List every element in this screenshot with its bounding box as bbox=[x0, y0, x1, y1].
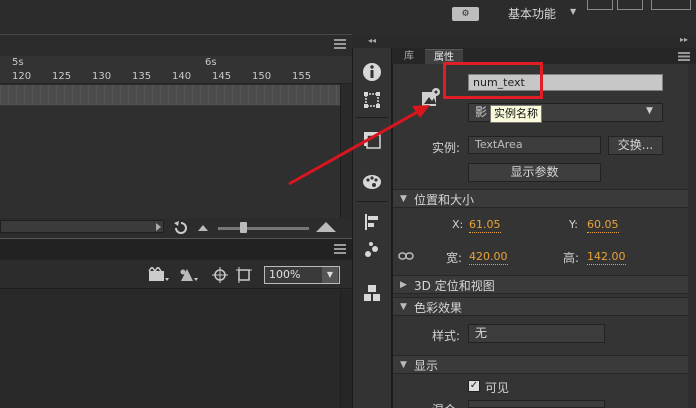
collapse-arrows-icon[interactable]: ▸▸ bbox=[680, 35, 688, 44]
timeline-zoom-thumb[interactable] bbox=[240, 222, 247, 233]
timeline-ruler[interactable]: 5s 6s 120 125 130 135 140 145 150 155 bbox=[0, 56, 352, 84]
width-label: 宽: bbox=[446, 251, 463, 265]
frame-number: 135 bbox=[132, 71, 152, 82]
show-parameters-button[interactable]: 显示参数 bbox=[468, 163, 601, 182]
style-label: 样式: bbox=[432, 329, 461, 343]
transform-icon[interactable] bbox=[362, 90, 382, 110]
tooltip: 实例名称 bbox=[490, 105, 542, 123]
workspace-label[interactable]: 基本功能 bbox=[508, 5, 556, 22]
workspace-switcher-icon[interactable]: ⚙ bbox=[452, 7, 479, 21]
timeline-zoom-slider[interactable] bbox=[218, 227, 309, 230]
panel-menu-icon[interactable] bbox=[678, 52, 690, 61]
time-marker-6s: 6s bbox=[205, 57, 217, 68]
library-stack-icon[interactable] bbox=[362, 283, 382, 303]
frame-number: 140 bbox=[172, 71, 192, 82]
edit-symbols-icon[interactable] bbox=[178, 266, 200, 284]
timeline-horizontal-scrollbar[interactable] bbox=[0, 220, 164, 233]
blend-label: 混合 bbox=[432, 401, 456, 408]
timeline-vertical-scrollbar[interactable] bbox=[340, 85, 352, 218]
tab-library[interactable]: 库 bbox=[396, 49, 422, 64]
zoom-out-mountain-icon[interactable] bbox=[198, 225, 208, 231]
visible-label: 可见 bbox=[485, 381, 510, 395]
stage-vertical-scrollbar[interactable] bbox=[340, 290, 352, 408]
frame-number: 145 bbox=[212, 71, 232, 82]
expand-arrow-icon[interactable]: ▼ bbox=[400, 302, 407, 312]
section-display[interactable] bbox=[393, 355, 696, 374]
panel-vertical-scrollbar[interactable] bbox=[688, 64, 696, 408]
palette-icon[interactable] bbox=[362, 172, 382, 192]
timeline-header bbox=[0, 34, 352, 56]
instance-label: 实例: bbox=[432, 141, 461, 155]
expand-arrow-icon[interactable]: ▼ bbox=[400, 194, 407, 204]
chevron-down-icon[interactable]: ▼ bbox=[322, 267, 338, 283]
section-title: 显示 bbox=[414, 359, 439, 373]
maximize-button[interactable] bbox=[617, 0, 643, 10]
center-stage-icon[interactable] bbox=[212, 267, 228, 283]
toolbar-divider bbox=[356, 117, 388, 118]
collapse-arrows-icon[interactable]: ◂◂ bbox=[352, 34, 392, 48]
frame-number: 155 bbox=[292, 71, 312, 82]
toolbar-divider bbox=[356, 201, 388, 202]
section-title: 3D 定位和视图 bbox=[414, 279, 495, 293]
height-label: 高: bbox=[563, 251, 580, 265]
panel-menu-icon[interactable] bbox=[334, 244, 346, 254]
x-label: X: bbox=[452, 218, 464, 231]
timeline-layers-area[interactable] bbox=[0, 106, 340, 218]
style-select[interactable]: 无 bbox=[468, 324, 605, 343]
section-title: 色彩效果 bbox=[414, 301, 463, 315]
frame-number: 150 bbox=[252, 71, 272, 82]
clip-content-icon[interactable] bbox=[236, 267, 252, 283]
zoom-in-mountain-icon[interactable] bbox=[316, 222, 336, 232]
section-title: 位置和大小 bbox=[414, 193, 475, 207]
link-icon[interactable] bbox=[398, 250, 414, 262]
align-icon[interactable] bbox=[362, 212, 382, 232]
color-swatch-icon[interactable] bbox=[362, 130, 382, 150]
stage-canvas[interactable] bbox=[0, 290, 340, 408]
close-button[interactable] bbox=[651, 0, 691, 10]
scroll-right-icon[interactable] bbox=[154, 223, 162, 231]
x-value[interactable]: 61.05 bbox=[469, 218, 501, 233]
chevron-down-icon[interactable]: ▼ bbox=[570, 7, 576, 16]
info-icon[interactable] bbox=[362, 62, 382, 82]
height-value[interactable]: 142.00 bbox=[587, 250, 626, 265]
panel-menu-icon[interactable] bbox=[334, 39, 346, 49]
width-value[interactable]: 420.00 bbox=[469, 250, 508, 265]
expand-arrow-icon[interactable]: ▼ bbox=[400, 360, 407, 370]
frame-number: 120 bbox=[12, 71, 32, 82]
panel-header bbox=[392, 34, 696, 48]
visible-checkbox[interactable]: ✓ bbox=[468, 380, 480, 392]
loop-icon[interactable] bbox=[174, 221, 188, 234]
y-label: Y: bbox=[569, 218, 578, 231]
frame-number: 125 bbox=[52, 71, 72, 82]
stage-tab-bar bbox=[0, 238, 352, 260]
frame-number: 130 bbox=[92, 71, 112, 82]
highlight-box bbox=[443, 62, 543, 99]
chevron-down-icon[interactable]: ▼ bbox=[646, 106, 653, 116]
component-instance-icon bbox=[422, 88, 440, 106]
minimize-button[interactable] bbox=[587, 0, 613, 10]
components-icon[interactable] bbox=[362, 240, 382, 260]
time-marker-5s: 5s bbox=[12, 57, 24, 68]
expand-arrow-icon[interactable]: ▶ bbox=[400, 280, 407, 290]
swap-button[interactable]: 交换... bbox=[608, 136, 663, 155]
blend-select[interactable] bbox=[468, 400, 605, 408]
instance-class-field: TextArea bbox=[468, 136, 601, 154]
edit-scene-icon[interactable] bbox=[148, 267, 170, 283]
timeline-frame-strip[interactable] bbox=[0, 85, 340, 106]
y-value[interactable]: 60.05 bbox=[587, 218, 619, 233]
